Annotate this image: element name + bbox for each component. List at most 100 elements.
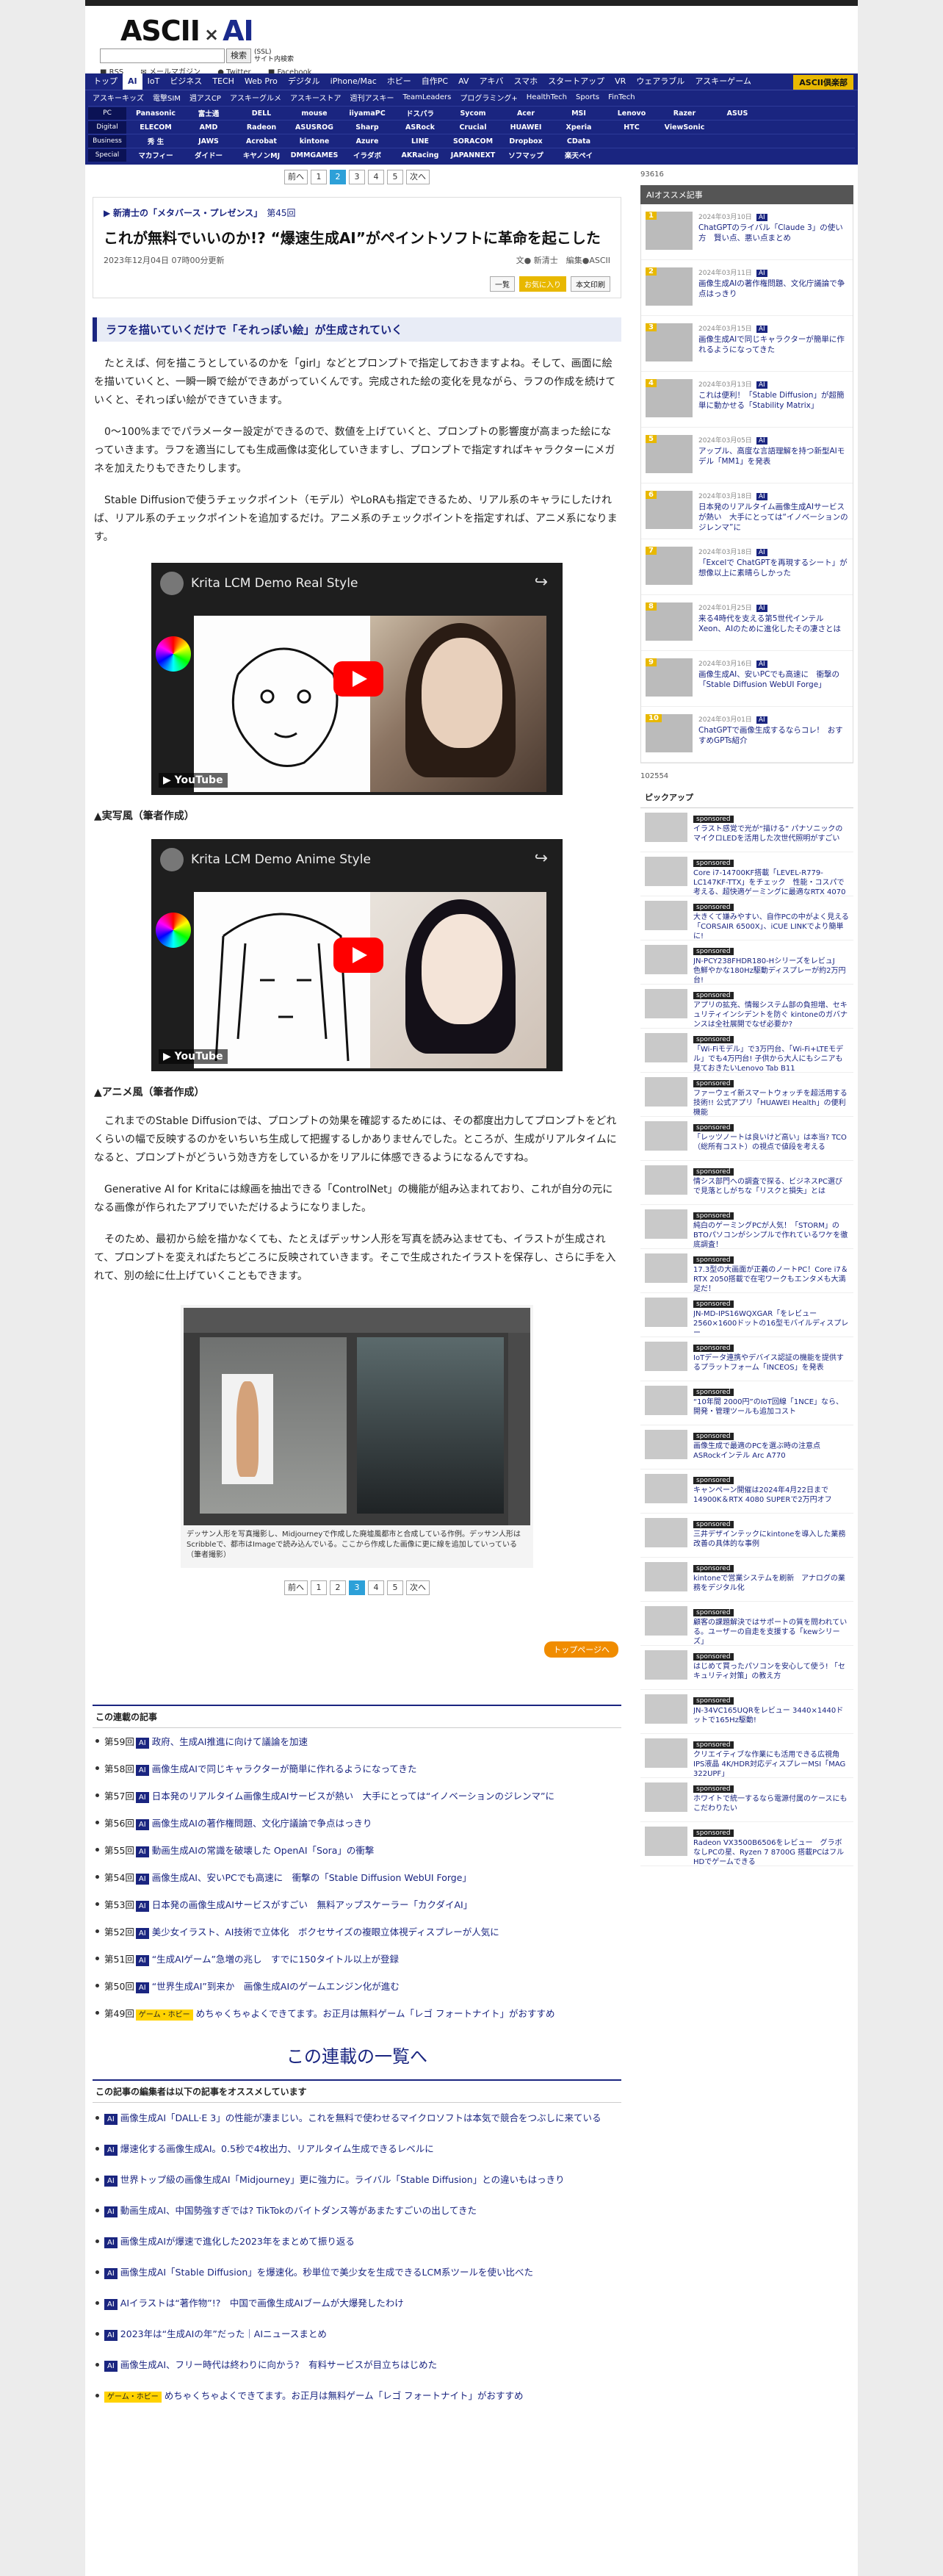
ranking-thumbnail[interactable]: 6	[646, 491, 693, 529]
pickup-title[interactable]: ファーウェイ新スマートウォッチを超活用する技術!! 公式アプリ「HUAWEI H…	[693, 1089, 849, 1118]
pickup-thumbnail[interactable]	[645, 989, 687, 1018]
category-tag[interactable]: AI	[135, 1819, 149, 1830]
category-tag[interactable]: AI	[135, 1901, 149, 1912]
ranking-thumbnail[interactable]: 1	[646, 212, 693, 250]
pickup-title[interactable]: Core i7-14700KF搭載「LEVEL-R779-LC147KF-TTX…	[693, 868, 849, 898]
nav-item[interactable]: スマホ	[508, 73, 543, 90]
subnav-item[interactable]: アスキーグルメ	[225, 92, 286, 103]
pickup-title[interactable]: 情シス部門への調査で探る、ビジネスPC選びで見落としがちな「リスクと損失」とは	[693, 1177, 849, 1206]
nav-item[interactable]: スタートアップ	[543, 73, 610, 90]
pickup-item[interactable]: sponsored kintoneで営業システムを刷新 アナログの業務をデジタル化	[640, 1558, 853, 1602]
ranking-thumbnail[interactable]: 2	[646, 267, 693, 306]
article-link[interactable]: 動画生成AI、中国勢強すぎでは? TikTokのバイトダンス等があまたすごいの出…	[120, 2205, 477, 2216]
list-item[interactable]: AI 画像生成AI「Stable Diffusion」を爆速化。秒単位で美少女を生…	[93, 2257, 621, 2288]
article-link[interactable]: 動画生成AIの常識を破壊した OpenAI「Sora」の衝撃	[152, 1845, 375, 1856]
share-icon[interactable]: ↪	[535, 573, 548, 591]
pickup-item[interactable]: sponsored JN-MD-IPS16WQXGAR「をレビュー 2560×16…	[640, 1293, 853, 1337]
article-link[interactable]: 画像生成AIで同じキャラクターが簡単に作れるようになってきた	[152, 1763, 417, 1774]
brand-link[interactable]: SORACOM	[447, 137, 499, 145]
pickup-title[interactable]: ホワイトで統一するなら電源付属のケースにもこだわりたい	[693, 1794, 849, 1824]
article-link[interactable]: AIイラストは“著作物”!? 中国で画像生成AIブームが大爆発したわけ	[120, 2298, 404, 2309]
pickup-item[interactable]: sponsored クリエイティブな作業にも活用できる広視角IPS液晶 4K/HD…	[640, 1734, 853, 1778]
pickup-title[interactable]: アプリの拡充、情報システム部の負担増、セキュリティインシデントを防ぐ kinto…	[693, 1001, 849, 1030]
category-tag[interactable]: AI	[135, 1792, 149, 1803]
brand-link[interactable]: ドスパラ	[394, 108, 447, 118]
pickup-title[interactable]: 「レッツノートは良いけど高い」は本当? TCO（総所有コスト）の視点で値段を考え…	[693, 1133, 849, 1162]
ranking-title[interactable]: ChatGPTで画像生成するならコレ! おすすめGPTs紹介	[698, 725, 848, 746]
pickup-thumbnail[interactable]	[645, 857, 687, 886]
nav-item[interactable]: iPhone/Mac	[325, 73, 382, 90]
pickup-item[interactable]: sponsored イラスト感覚で光が“描ける” パナソニックのマイクロLEDを活…	[640, 808, 853, 852]
list-item[interactable]: AI 画像生成AI、フリー時代は終わりに向かう? 有料サービスが目立ちはじめた	[93, 2350, 621, 2381]
brand-link[interactable]: kintone	[288, 137, 341, 145]
brand-link[interactable]: ダイドー	[182, 150, 235, 160]
category-tag[interactable]: AI	[104, 2299, 118, 2310]
pickup-item[interactable]: sponsored はじめて買ったパソコンを安心して使う! 「セキュリティ対策」の…	[640, 1646, 853, 1690]
nav-item[interactable]: アスキーゲーム	[690, 73, 756, 90]
pickup-item[interactable]: sponsored アプリの拡充、情報システム部の負担増、セキュリティインシデント…	[640, 985, 853, 1029]
pickup-item[interactable]: sponsored 情シス部門への調査で探る、ビジネスPC選びで見落としがちな「リ…	[640, 1161, 853, 1205]
pickup-title[interactable]: Radeon VX3500B6506をレビュー グラボなしPCの星、Ryzen …	[693, 1838, 849, 1868]
pickup-thumbnail[interactable]	[645, 1562, 687, 1591]
subnav-item[interactable]: 電撃SIM	[148, 92, 185, 103]
pickup-thumbnail[interactable]	[645, 945, 687, 974]
nav-item[interactable]: Web Pro	[239, 73, 283, 90]
list-item[interactable]: 第57回 AI 日本発のリアルタイム画像生成AIサービスが熱い 大手にとっては“イノ…	[93, 1782, 621, 1810]
list-item[interactable]: 第52回 AI 美少女イラスト、AI技術で立体化 ボクセサイズの複眼立体視ディスプレ…	[93, 1918, 621, 1946]
video-title[interactable]: Krita LCM Demo Real Style	[191, 576, 358, 591]
pickup-item[interactable]: sponsored ファーウェイ新スマートウォッチを超活用する技術!! 公式アプリ…	[640, 1073, 853, 1117]
category-tag[interactable]: AI	[104, 2145, 118, 2156]
pickup-thumbnail[interactable]	[645, 1782, 687, 1812]
brand-link[interactable]: ELECOM	[129, 123, 182, 132]
brand-link[interactable]: 楽天ペイ	[552, 150, 605, 160]
pickup-item[interactable]: sponsored 17.3型の大画面が正義のノートPC！Core i7＆RTX …	[640, 1249, 853, 1293]
pickup-thumbnail[interactable]	[645, 813, 687, 842]
ranking-item[interactable]: 9 2024年03月16日 AI 画像生成AI、安いPCでも高速に 衝撃の「Stabl…	[641, 651, 853, 707]
brand-link[interactable]: JAPANNEXT	[447, 151, 499, 159]
pickup-item[interactable]: sponsored JN-PCY238FHDR180-HシリーズをレビュJ 色鮮や…	[640, 940, 853, 985]
youtube-logo-icon[interactable]: ▶ YouTube	[159, 1049, 228, 1064]
pickup-title[interactable]: はじめて買ったパソコンを安心して使う! 「セキュリティ対策」の教え方	[693, 1662, 849, 1691]
ranking-title[interactable]: ChatGPTのライバル「Claude 3」の使い方 賢い点、悪い点まとめ	[698, 223, 848, 243]
pickup-item[interactable]: sponsored 純白のゲーミングPCが人気！「STORM」のBTOパソコンがシ…	[640, 1205, 853, 1249]
pager-page[interactable]: 1	[311, 1580, 327, 1595]
pickup-title[interactable]: キャンペーン開催は2024年4月22日まで 14900K＆RTX 4080 SU…	[693, 1486, 849, 1515]
pickup-thumbnail[interactable]	[645, 1209, 687, 1239]
pager-page[interactable]: 4	[368, 170, 384, 184]
ranking-thumbnail[interactable]: 5	[646, 435, 693, 473]
pickup-thumbnail[interactable]	[645, 1342, 687, 1371]
brand-link[interactable]: ASUS	[711, 109, 764, 118]
pickup-item[interactable]: sponsored ホワイトで統一するなら電源付属のケースにもこだわりたい	[640, 1778, 853, 1822]
pickup-title[interactable]: JN-34VC165UQRをレビュー 3440×1440ドットで165Hz駆動!	[693, 1706, 849, 1735]
category-tag[interactable]: AI	[756, 381, 767, 389]
ranking-item[interactable]: 6 2024年03月18日 AI 日本発のリアルタイム画像生成AIサービスが熱い 大手…	[641, 483, 853, 539]
brand-link[interactable]: Crucial	[447, 123, 499, 132]
article-link[interactable]: 画像生成AI、安いPCでも高速に 衝撃の「Stable Diffusion We…	[152, 1872, 472, 1883]
brand-link[interactable]: iiyamaPC	[341, 109, 394, 118]
category-tag[interactable]: AI	[135, 1846, 149, 1857]
nav-item[interactable]: ウェアラブル	[631, 73, 690, 90]
pager-page[interactable]: 1	[311, 170, 327, 184]
category-tag[interactable]: AI	[135, 1928, 149, 1939]
search-button[interactable]: 検索	[226, 48, 251, 63]
pager-page[interactable]: 4	[368, 1580, 384, 1595]
nav-item[interactable]: ホビー	[382, 73, 416, 90]
pickup-item[interactable]: sponsored 三井デザインテックにkintoneを導入した業務改善の具体的な…	[640, 1514, 853, 1558]
list-item[interactable]: 第53回 AI 日本発の画像生成AIサービスがすごい 無料アップスケーラー「カクダイ…	[93, 1891, 621, 1918]
list-button[interactable]: 一覧	[490, 276, 515, 292]
pickup-item[interactable]: sponsored Radeon VX3500B6506をレビュー グラボなしPC…	[640, 1822, 853, 1866]
series-label[interactable]: ▶ 新清士の「メタバース・プレゼンス」 第45回	[104, 206, 610, 219]
category-tag[interactable]: AI	[104, 2206, 118, 2217]
category-tag[interactable]: AI	[756, 214, 767, 221]
brand-link[interactable]: MSI	[552, 109, 605, 118]
brand-link[interactable]: AKRacing	[394, 151, 447, 159]
pager-page[interactable]: 2	[330, 1580, 346, 1595]
pickup-title[interactable]: 純白のゲーミングPCが人気！「STORM」のBTOパソコンがシンプルで作れている…	[693, 1221, 849, 1251]
category-tag[interactable]: AI	[756, 549, 767, 556]
category-tag[interactable]: AI	[135, 1874, 149, 1885]
video-embed-anime[interactable]: Krita LCM Demo Anime Style ↪ ▶ YouTube	[151, 839, 563, 1071]
brand-link[interactable]: イラダボ	[341, 150, 394, 160]
category-tag[interactable]: AI	[104, 2361, 118, 2372]
brand-link[interactable]: ASRock	[394, 123, 447, 132]
pickup-thumbnail[interactable]	[645, 1606, 687, 1636]
